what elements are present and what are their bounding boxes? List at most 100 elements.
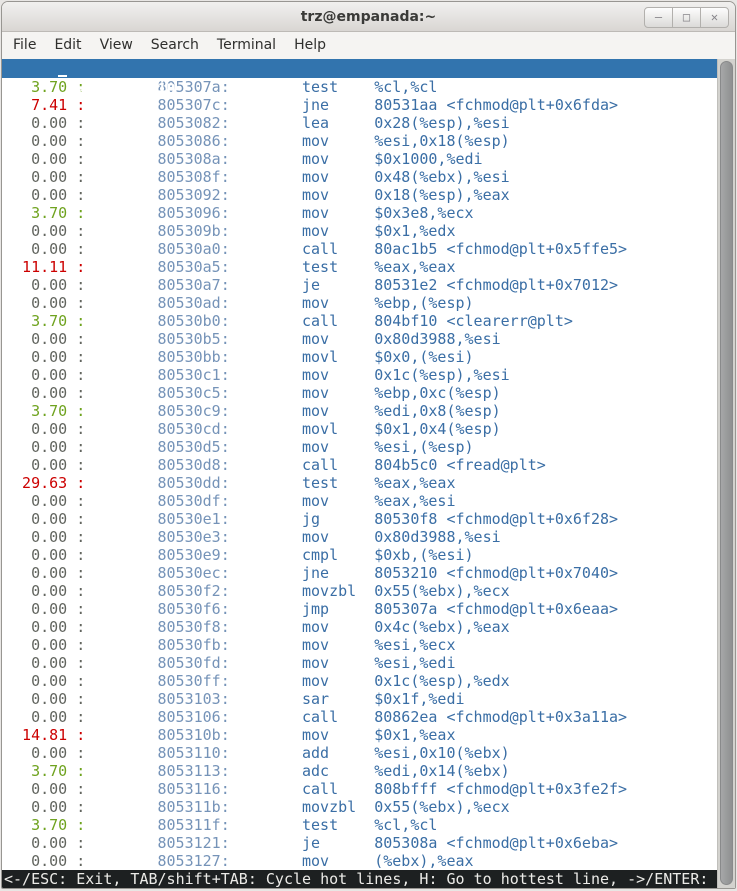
menu-item-view[interactable]: View — [91, 32, 142, 59]
mnemonic: mov — [302, 402, 374, 420]
address: 80530ff — [158, 672, 230, 690]
asm-line: 0.0080530ecjne8053210 <fchmod@plt+0x7040… — [4, 564, 717, 582]
operands: 80ac1b5 <fchmod@plt+0x5ffe5> — [374, 240, 627, 258]
asm-line: 7.41805307cjne80531aa <fchmod@plt+0x6fda… — [4, 96, 717, 114]
menu-item-edit[interactable]: Edit — [45, 32, 90, 59]
scrollbar-track[interactable] — [717, 59, 735, 889]
minimize-button[interactable]: – — [644, 7, 673, 28]
close-button[interactable]: ✕ — [700, 7, 729, 28]
operands: 0x1c(%esp),%edx — [374, 672, 509, 690]
mnemonic: test — [302, 474, 374, 492]
perf-symbol-title: udhcpc main — [76, 78, 175, 96]
operands: 0x80d3988,%esi — [374, 330, 500, 348]
percent-value: 3.70 — [4, 204, 85, 222]
percent-value: 0.00 — [4, 618, 85, 636]
asm-line: 0.0080530f6jmp805307a <fchmod@plt+0x6eaa… — [4, 600, 717, 618]
perf-symbol-header: udhcpc main — [2, 59, 717, 78]
menu-item-terminal[interactable]: Terminal — [208, 32, 285, 59]
operands: %esi,%ecx — [374, 636, 455, 654]
menu-item-file[interactable]: File — [4, 32, 45, 59]
mnemonic: call — [302, 312, 374, 330]
asm-line: 0.008053110add%esi,0x10(%ebx) — [4, 744, 717, 762]
percent-value: 0.00 — [4, 654, 85, 672]
maximize-button[interactable]: □ — [672, 7, 701, 28]
address: 80530fb — [158, 636, 230, 654]
asm-line: 0.0080530cdmovl$0x1,0x4(%esp) — [4, 420, 717, 438]
operands: 0x28(%esp),%esi — [374, 114, 509, 132]
address: 80530cd — [158, 420, 230, 438]
operands: 0x55(%ebx),%ecx — [374, 582, 509, 600]
asm-line: 0.0080530ffmov0x1c(%esp),%edx — [4, 672, 717, 690]
operands: 804b5c0 <fread@plt> — [374, 456, 546, 474]
mnemonic: mov — [302, 618, 374, 636]
operands: 0x55(%ebx),%ecx — [374, 798, 509, 816]
asm-line: 0.008053121je805308a <fchmod@plt+0x6eba> — [4, 834, 717, 852]
mnemonic: mov — [302, 726, 374, 744]
asm-rows: 3.70805307atest%cl,%cl7.41805307cjne8053… — [2, 78, 717, 870]
address: 8053092 — [158, 186, 230, 204]
mnemonic: mov — [302, 654, 374, 672]
percent-value: 14.81 — [4, 726, 85, 744]
address: 80530c9 — [158, 402, 230, 420]
address: 80530a7 — [158, 276, 230, 294]
operands: $0x1,%edx — [374, 222, 455, 240]
address: 80530d8 — [158, 456, 230, 474]
mnemonic: test — [302, 258, 374, 276]
percent-value: 0.00 — [4, 708, 85, 726]
percent-value: 11.11 — [4, 258, 85, 276]
asm-line: 0.008053082lea0x28(%esp),%esi — [4, 114, 717, 132]
terminal-text-area: udhcpc main 3.70805307atest%cl,%cl7.4180… — [2, 59, 717, 889]
asm-line: 0.008053127mov(%ebx),%eax — [4, 852, 717, 870]
percent-value: 0.00 — [4, 348, 85, 366]
asm-line: 0.0080530f2movzbl0x55(%ebx),%ecx — [4, 582, 717, 600]
mnemonic: mov — [302, 168, 374, 186]
menu-bar: FileEditViewSearchTerminalHelp — [2, 32, 735, 59]
asm-line: 0.00805308fmov0x48(%ebx),%esi — [4, 168, 717, 186]
address: 805311f — [158, 816, 230, 834]
scrollbar-thumb[interactable] — [720, 61, 733, 885]
asm-line: 0.008053106call80862ea <fchmod@plt+0x3a1… — [4, 708, 717, 726]
operands: %eax,%esi — [374, 492, 455, 510]
percent-value: 0.00 — [4, 366, 85, 384]
percent-value: 0.00 — [4, 150, 85, 168]
operands: 805308a <fchmod@plt+0x6eba> — [374, 834, 618, 852]
address: 8053086 — [158, 132, 230, 150]
operands: $0x1,%eax — [374, 726, 455, 744]
operands: %ebp,(%esp) — [374, 294, 473, 312]
operands: (%ebx),%eax — [374, 852, 473, 870]
percent-value: 0.00 — [4, 438, 85, 456]
operands: 8053210 <fchmod@plt+0x7040> — [374, 564, 618, 582]
operands: %esi,(%esp) — [374, 438, 473, 456]
mnemonic: je — [302, 834, 374, 852]
operands: $0x0,(%esi) — [374, 348, 473, 366]
address: 80530bb — [158, 348, 230, 366]
asm-line: 0.00805308amov$0x1000,%edi — [4, 150, 717, 168]
percent-value: 0.00 — [4, 834, 85, 852]
operands: %cl,%cl — [374, 816, 437, 834]
mnemonic: lea — [302, 114, 374, 132]
percent-value: 0.00 — [4, 492, 85, 510]
terminal-screen[interactable]: udhcpc main 3.70805307atest%cl,%cl7.4180… — [2, 59, 735, 889]
menu-item-search[interactable]: Search — [142, 32, 208, 59]
percent-value: 0.00 — [4, 528, 85, 546]
window-buttons: –□✕ — [645, 7, 729, 28]
asm-line: 0.0080530fbmov%esi,%ecx — [4, 636, 717, 654]
percent-value: 3.70 — [4, 402, 85, 420]
address: 80530e1 — [158, 510, 230, 528]
operands: $0xb,(%esi) — [374, 546, 473, 564]
asm-line: 0.0080530a7je80531e2 <fchmod@plt+0x7012> — [4, 276, 717, 294]
percent-value: 0.00 — [4, 384, 85, 402]
mnemonic: mov — [302, 366, 374, 384]
mnemonic: movl — [302, 420, 374, 438]
operands: $0x1000,%edi — [374, 150, 482, 168]
address: 80530b5 — [158, 330, 230, 348]
mnemonic: jne — [302, 96, 374, 114]
mnemonic: mov — [302, 204, 374, 222]
menu-item-help[interactable]: Help — [285, 32, 335, 59]
mnemonic: call — [302, 240, 374, 258]
mnemonic: adc — [302, 762, 374, 780]
mnemonic: mov — [302, 186, 374, 204]
title-bar[interactable]: trz@empanada:~ –□✕ — [2, 2, 735, 32]
operands: %esi,0x18(%esp) — [374, 132, 509, 150]
percent-value: 0.00 — [4, 636, 85, 654]
